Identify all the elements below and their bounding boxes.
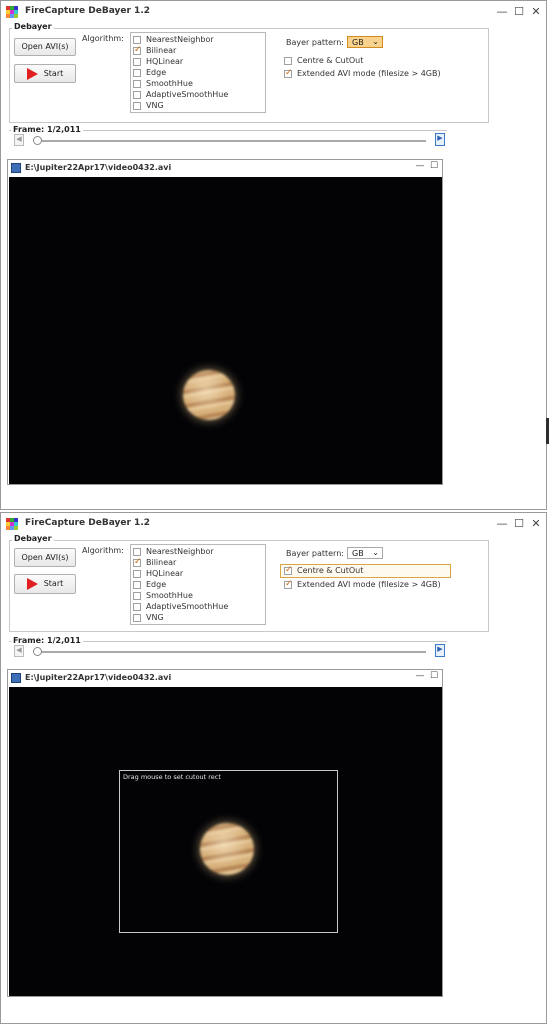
prev-icon: ◀ xyxy=(16,135,22,143)
extended-avi-box[interactable] xyxy=(284,68,293,78)
title-bar[interactable]: FireCapture DeBayer 1.2 — ☐ ✕ xyxy=(1,1,546,23)
maximize-icon[interactable]: ☐ xyxy=(428,671,440,683)
algo-checkbox[interactable] xyxy=(133,69,141,77)
video-filename: E:\Jupiter22Apr17\video0432.avi xyxy=(25,673,172,682)
bayer-pattern-select[interactable]: GB ⌄ xyxy=(347,547,383,559)
app-window-top: FireCapture DeBayer 1.2 — ☐ ✕ Debayer Op… xyxy=(0,0,547,510)
algorithm-list[interactable]: NearestNeighbor Bilinear HQLinear Edge S… xyxy=(130,544,266,625)
maximize-icon[interactable]: ☐ xyxy=(511,516,527,531)
open-avi-button[interactable]: Open AVI(s) xyxy=(14,38,76,56)
bayer-pattern-label: Bayer pattern: xyxy=(286,549,344,558)
centre-cutout-box[interactable] xyxy=(284,565,293,575)
app-icon xyxy=(6,6,18,18)
algorithm-label: Algorithm: xyxy=(82,34,124,43)
open-avi-button-label: Open AVI(s) xyxy=(21,553,69,562)
jupiter-image xyxy=(200,823,254,875)
chevron-down-icon: ⌄ xyxy=(372,37,379,46)
algorithm-list[interactable]: NearestNeighbor Bilinear HQLinear Edge S… xyxy=(130,32,266,113)
frame-label: Frame: 1/2,011 xyxy=(11,125,83,134)
algo-checkbox[interactable] xyxy=(133,548,141,556)
title-bar[interactable]: FireCapture DeBayer 1.2 — ☐ ✕ xyxy=(1,513,546,535)
start-button[interactable]: Start xyxy=(14,574,76,594)
cutout-hint: Drag mouse to set cutout rect xyxy=(123,773,221,781)
debayer-group-title: Debayer xyxy=(12,22,54,31)
next-frame-button[interactable]: ▶ xyxy=(435,644,445,657)
prev-frame-button[interactable]: ◀ xyxy=(14,134,24,146)
algo-checkbox[interactable] xyxy=(133,102,141,110)
algo-checkbox[interactable] xyxy=(133,91,141,99)
film-icon xyxy=(11,673,21,683)
app-window-bottom: FireCapture DeBayer 1.2 — ☐ ✕ Debayer Op… xyxy=(0,512,547,1024)
centre-cutout-box[interactable] xyxy=(284,57,292,65)
prev-icon: ◀ xyxy=(16,646,22,654)
debayer-group: Debayer Open AVI(s) Start Algorithm: Nea… xyxy=(9,22,489,123)
close-icon[interactable]: ✕ xyxy=(528,4,544,19)
next-icon: ▶ xyxy=(437,645,443,653)
start-button[interactable]: Start xyxy=(14,64,76,83)
bayer-pattern-label: Bayer pattern: xyxy=(286,38,344,47)
video-frame[interactable]: Drag mouse to set cutout rect xyxy=(9,687,442,996)
bayer-pattern-value: GB xyxy=(352,549,364,558)
video-title-bar[interactable]: E:\Jupiter22Apr17\video0432.avi — ☐ xyxy=(8,160,442,176)
minimize-icon[interactable]: — xyxy=(414,161,426,173)
frame-slider-track[interactable] xyxy=(35,651,426,653)
start-button-label: Start xyxy=(43,579,64,588)
frame-slider-thumb[interactable] xyxy=(33,647,42,656)
debayer-group: Debayer Open AVI(s) Start Algorithm: Nea… xyxy=(9,534,489,632)
video-title-bar[interactable]: E:\Jupiter22Apr17\video0432.avi — ☐ xyxy=(8,670,442,686)
minimize-icon[interactable]: — xyxy=(414,671,426,683)
frame-slider-thumb[interactable] xyxy=(33,136,42,145)
algorithm-label: Algorithm: xyxy=(82,546,124,555)
open-avi-button-label: Open AVI(s) xyxy=(21,42,69,51)
chevron-down-icon: ⌄ xyxy=(372,548,379,557)
algo-checkbox[interactable] xyxy=(133,581,141,589)
algo-checkbox[interactable] xyxy=(133,570,141,578)
next-frame-button[interactable]: ▶ xyxy=(435,133,445,146)
bayer-pattern-select[interactable]: GB ⌄ xyxy=(347,36,383,48)
video-frame[interactable] xyxy=(9,177,442,484)
extended-avi-box[interactable] xyxy=(284,579,293,589)
algo-checkbox[interactable] xyxy=(133,592,141,600)
video-window: E:\Jupiter22Apr17\video0432.avi — ☐ xyxy=(7,159,443,485)
maximize-icon[interactable]: ☐ xyxy=(511,4,527,19)
algo-checkbox[interactable] xyxy=(133,614,141,622)
window-title: FireCapture DeBayer 1.2 xyxy=(25,518,150,528)
video-window: E:\Jupiter22Apr17\video0432.avi — ☐ Drag… xyxy=(7,669,443,997)
minimize-icon[interactable]: — xyxy=(494,516,510,531)
open-avi-button[interactable]: Open AVI(s) xyxy=(14,548,76,567)
bayer-pattern-value: GB xyxy=(352,38,364,47)
window-title: FireCapture DeBayer 1.2 xyxy=(25,6,150,16)
maximize-icon[interactable]: ☐ xyxy=(428,161,440,173)
frame-slider-track[interactable] xyxy=(35,140,426,142)
minimize-icon[interactable]: — xyxy=(494,4,510,19)
algo-checkbox[interactable] xyxy=(133,36,141,44)
algo-checkbox[interactable] xyxy=(133,58,141,66)
algo-checkbox[interactable] xyxy=(133,45,142,55)
next-icon: ▶ xyxy=(437,134,443,142)
debayer-group-title: Debayer xyxy=(12,534,54,543)
algo-checkbox[interactable] xyxy=(133,603,141,611)
close-icon[interactable]: ✕ xyxy=(528,516,544,531)
algo-checkbox[interactable] xyxy=(133,557,142,567)
app-icon xyxy=(6,518,18,530)
start-button-label: Start xyxy=(43,69,64,78)
film-icon xyxy=(11,163,21,173)
prev-frame-button[interactable]: ◀ xyxy=(14,645,24,657)
video-filename: E:\Jupiter22Apr17\video0432.avi xyxy=(25,163,172,172)
play-icon xyxy=(26,67,38,80)
frame-label: Frame: 1/2,011 xyxy=(11,636,83,645)
play-icon xyxy=(26,577,38,590)
jupiter-image xyxy=(183,370,235,420)
algo-checkbox[interactable] xyxy=(133,80,141,88)
